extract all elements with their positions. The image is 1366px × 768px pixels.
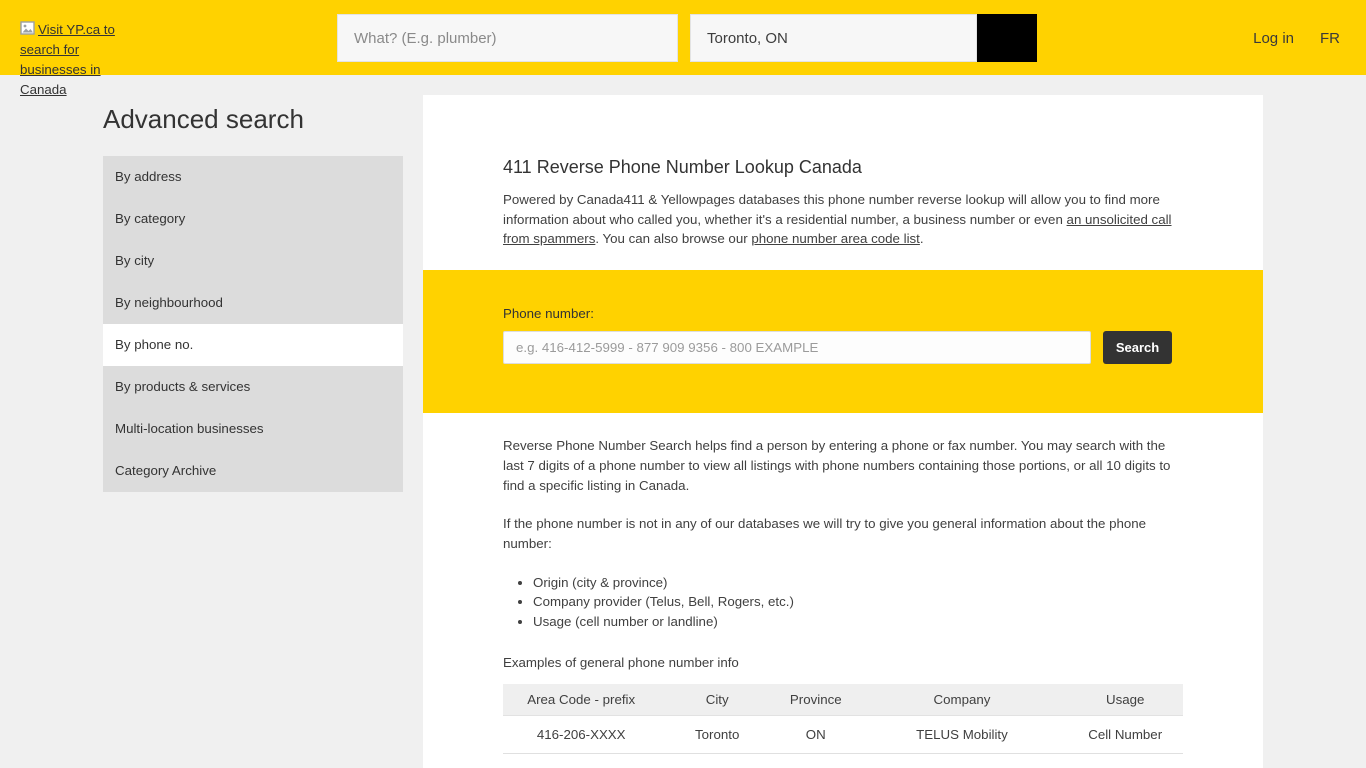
sidebar-item-by-address[interactable]: By address — [103, 156, 403, 198]
advanced-search-title: Advanced search — [103, 104, 304, 135]
phone-input-row: Search — [503, 331, 1183, 364]
phone-search-button[interactable]: Search — [1103, 331, 1172, 364]
table-cell: ON — [775, 715, 857, 753]
sidebar-item-by-products-services[interactable]: By products & services — [103, 366, 403, 408]
page: Visit YP.ca to search for businesses in … — [0, 0, 1366, 768]
table-row: 416-206-XXXXTorontoONTELUS MobilityCell … — [503, 715, 1183, 753]
column-header: Province — [775, 684, 857, 715]
intro-text-after: . — [920, 231, 924, 246]
main-content: 411 Reverse Phone Number Lookup Canada P… — [423, 95, 1263, 754]
login-link[interactable]: Log in — [1253, 30, 1294, 47]
table-cell: Toronto — [659, 715, 775, 753]
sidebar-item-category-archive[interactable]: Category Archive — [103, 450, 403, 492]
intro-text-before: Powered by Canada411 & Yellowpages datab… — [503, 192, 1160, 227]
table-cell: Cell Number — [1067, 715, 1183, 753]
sidebar-item-by-neighbourhood[interactable]: By neighbourhood — [103, 282, 403, 324]
phone-number-label: Phone number: — [503, 306, 1183, 321]
column-header: City — [659, 684, 775, 715]
top-header — [0, 0, 1366, 75]
sidebar-item-by-phone-no-[interactable]: By phone no. — [103, 324, 403, 366]
table-cell: 416-206-XXXX — [503, 715, 659, 753]
description-paragraph-1: Reverse Phone Number Search helps find a… — [503, 436, 1183, 495]
where-search-input[interactable] — [690, 14, 977, 62]
phone-info-table: Area Code - prefixCityProvinceCompanyUsa… — [503, 684, 1183, 754]
column-header: Area Code - prefix — [503, 684, 659, 715]
sidebar-item-multi-location-businesses[interactable]: Multi-location businesses — [103, 408, 403, 450]
column-header: Usage — [1067, 684, 1183, 715]
description-paragraph-2: If the phone number is not in any of our… — [503, 514, 1183, 553]
area-code-list-link[interactable]: phone number area code list — [751, 231, 920, 246]
header-links: Log in FR — [1253, 30, 1340, 47]
info-list: Origin (city & province)Company provider… — [503, 573, 1183, 632]
list-item: Company provider (Telus, Bell, Rogers, e… — [533, 592, 1183, 612]
broken-image-icon — [20, 21, 36, 37]
phone-number-input[interactable] — [503, 331, 1091, 364]
examples-label: Examples of general phone number info — [503, 653, 1183, 673]
phone-lookup-box: Phone number: Search — [423, 270, 1263, 413]
intro-text-mid: . You can also browse our — [595, 231, 751, 246]
table-body: 416-206-XXXXTorontoONTELUS MobilityCell … — [503, 715, 1183, 753]
sidebar-item-by-city[interactable]: By city — [103, 240, 403, 282]
intro-paragraph: Powered by Canada411 & Yellowpages datab… — [503, 190, 1183, 249]
language-toggle-fr[interactable]: FR — [1320, 30, 1340, 47]
list-item: Origin (city & province) — [533, 573, 1183, 593]
table-header-row: Area Code - prefixCityProvinceCompanyUsa… — [503, 684, 1183, 715]
main-panel: 411 Reverse Phone Number Lookup Canada P… — [423, 95, 1263, 768]
header-search-button[interactable] — [977, 14, 1037, 62]
list-item: Usage (cell number or landline) — [533, 612, 1183, 632]
sidebar-item-by-category[interactable]: By category — [103, 198, 403, 240]
what-search-input[interactable] — [337, 14, 678, 62]
column-header: Company — [857, 684, 1068, 715]
page-title: 411 Reverse Phone Number Lookup Canada — [503, 95, 1183, 178]
table-cell: TELUS Mobility — [857, 715, 1068, 753]
sidebar-menu: By addressBy categoryBy cityBy neighbour… — [103, 156, 403, 492]
yp-logo-link[interactable]: Visit YP.ca to search for businesses in … — [20, 20, 136, 100]
